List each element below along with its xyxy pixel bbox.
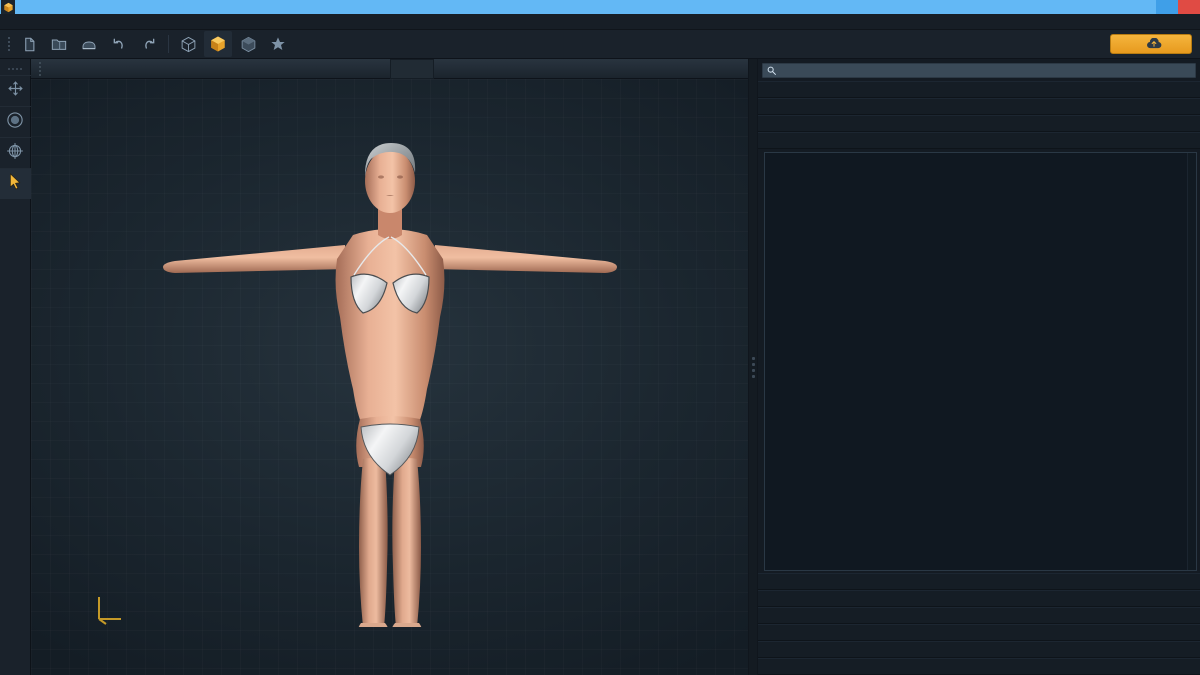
orbit-tool[interactable] (0, 106, 31, 137)
redo-icon[interactable] (135, 31, 163, 57)
3d-viewport[interactable] (31, 79, 748, 675)
toolbar-divider (168, 35, 169, 53)
maximize-button[interactable] (1156, 0, 1178, 14)
tab-texture[interactable] (434, 59, 478, 79)
bottom-categories (758, 573, 1200, 675)
search-row (758, 59, 1200, 81)
asset-grid-container (764, 152, 1197, 571)
viewport-column (31, 58, 748, 675)
main-toolbar (0, 30, 1200, 59)
wireframe-cube-icon[interactable] (174, 31, 202, 57)
tab-assemble[interactable] (302, 59, 346, 79)
star-icon[interactable] (264, 31, 292, 57)
category-moustaches[interactable] (758, 658, 1200, 675)
panel-splitter[interactable] (748, 59, 758, 675)
new-file-icon[interactable] (15, 31, 43, 57)
category-eyewear[interactable] (758, 590, 1200, 607)
orbit-circle-icon (6, 111, 24, 134)
undo-icon[interactable] (105, 31, 133, 57)
axis-gizmo (89, 589, 129, 627)
search-icon (767, 62, 776, 80)
cloud-upload-icon (1146, 37, 1162, 51)
crosshair-globe-icon (6, 142, 24, 165)
fuse-cube-logo-icon (1, 0, 15, 14)
app-window (0, 0, 1200, 675)
open-folder-icon[interactable] (45, 31, 73, 57)
window-controls (1134, 0, 1200, 14)
tabstrip-grip[interactable] (35, 59, 45, 78)
title-bar (0, 0, 1200, 14)
target-tool[interactable] (0, 137, 31, 168)
category-tops[interactable] (758, 81, 1200, 98)
category-bottoms[interactable] (758, 98, 1200, 115)
menu-bar (0, 14, 1200, 30)
category-hair[interactable] (758, 132, 1200, 149)
left-tool-rail (0, 59, 31, 675)
search-input[interactable] (780, 65, 1191, 76)
rail-grip[interactable] (8, 63, 22, 75)
category-gloves[interactable] (758, 624, 1200, 641)
textured-cube-icon[interactable] (234, 31, 262, 57)
category-hats[interactable] (758, 573, 1200, 590)
pan-tool[interactable] (0, 75, 31, 106)
minimize-button[interactable] (1134, 0, 1156, 14)
mode-tabs (31, 58, 748, 79)
close-button[interactable] (1178, 0, 1200, 14)
category-shoes[interactable] (758, 115, 1200, 132)
asset-grid-scrollbar[interactable] (1187, 153, 1196, 570)
asset-grid-scroll[interactable] (765, 153, 1187, 570)
tab-clothing[interactable] (389, 58, 434, 79)
move-arrows-icon (7, 80, 24, 102)
category-masks[interactable] (758, 641, 1200, 658)
toolbar-grip[interactable] (4, 33, 14, 55)
app-body (0, 58, 1200, 675)
save-icon[interactable] (75, 31, 103, 57)
solid-cube-icon[interactable] (204, 31, 232, 57)
category-beards[interactable] (758, 607, 1200, 624)
cursor-arrow-icon (8, 173, 23, 195)
character-model[interactable] (155, 127, 625, 627)
animate-button[interactable] (1110, 34, 1192, 54)
assets-panel (758, 59, 1200, 675)
select-tool[interactable] (0, 168, 31, 199)
search-box[interactable] (762, 63, 1196, 78)
tab-customize[interactable] (346, 59, 390, 79)
